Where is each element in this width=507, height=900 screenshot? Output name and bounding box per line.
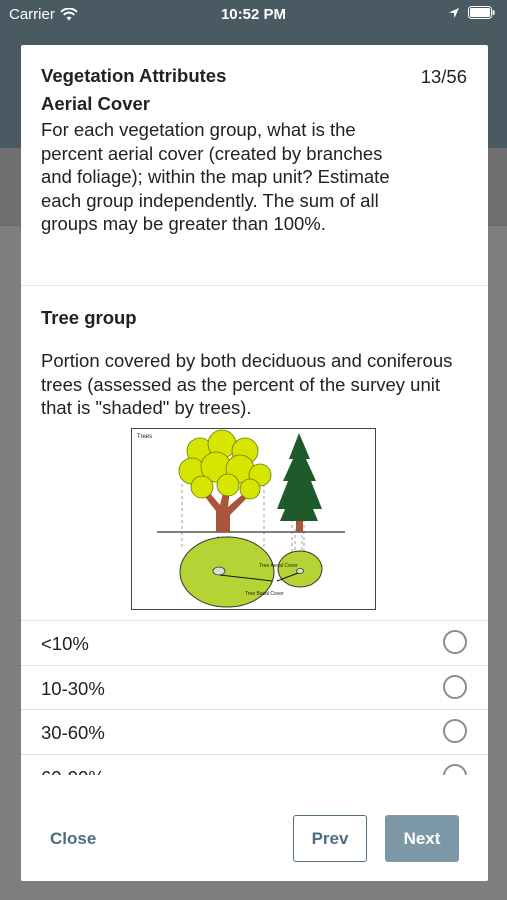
deciduous-canopy [178,429,272,500]
tree-cover-diagram: Trees Tree Aerial Cover Tree Basal Cover [137,429,345,608]
conifer-canopy [277,433,322,521]
radio-button[interactable] [443,674,467,699]
question-progress: 13/56 [420,66,467,87]
tree-cover-illustration: Trees Tree Aerial Cover Tree Basal Cover [131,428,376,610]
question-title: Aerial Cover [41,93,150,114]
radio-button[interactable] [443,763,467,775]
aerial-cover-label: Tree Aerial Cover [259,563,298,569]
status-bar: Carrier 10:52 PM [0,0,507,30]
option-label: 30-60% [41,722,105,743]
group-title: Tree group [41,307,137,328]
option-60-90[interactable]: 60-90% [21,753,488,776]
radio-button[interactable] [443,630,467,654]
next-button[interactable]: Next [385,815,459,862]
question-scroll-area[interactable]: Tree group Portion covered by both decid… [21,287,488,775]
answer-options: <10% 10-30% 30-60% 60-90% [21,620,488,775]
section-title: Vegetation Attributes [41,65,227,86]
option-30-60[interactable]: 30-60% [21,709,488,754]
status-time: 10:52 PM [220,6,287,23]
group-description: Portion covered by both deciduous and co… [41,350,453,418]
battery-icon [468,6,495,19]
option-under-10[interactable]: <10% [21,620,488,665]
radio-button[interactable] [443,719,467,743]
modal-footer: Close Prev Next [21,775,488,881]
option-label: 10-30% [41,677,105,699]
location-arrow-icon [449,7,459,18]
basal-cover-label: Tree Basal Cover [245,591,284,597]
modal-header: Vegetation Attributes 13/56 Aerial Cover… [21,45,488,286]
question-text: For each vegetation group, what is the p… [41,119,390,234]
figure-corner-label: Trees [137,434,152,440]
question-modal: Vegetation Attributes 13/56 Aerial Cover… [21,45,488,881]
option-label: <10% [41,633,89,654]
option-label: 60-90% [41,767,105,776]
close-button[interactable]: Close [50,829,96,849]
prev-button[interactable]: Prev [293,815,367,862]
basal-cover-shape [212,566,226,576]
option-10-30[interactable]: 10-30% [21,664,488,710]
status-right [448,6,495,19]
